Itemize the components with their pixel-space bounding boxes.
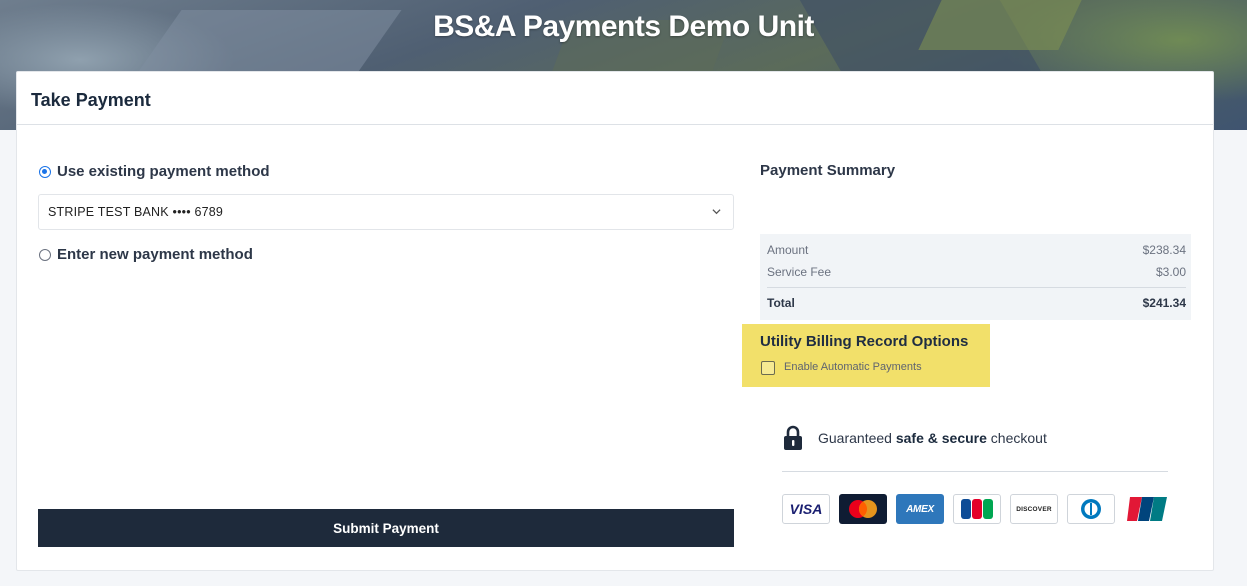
summary-row-amount: Amount $238.34 xyxy=(767,243,1186,257)
auto-payments-checkbox[interactable] xyxy=(761,361,775,375)
unionpay-icon xyxy=(1124,494,1172,524)
summary-row-fee: Service Fee $3.00 xyxy=(767,265,1186,279)
payment-method-select[interactable]: STRIPE TEST BANK •••• 6789 xyxy=(38,194,734,230)
new-method-radio[interactable] xyxy=(39,248,51,261)
new-method-label: Enter new payment method xyxy=(57,246,253,263)
existing-method-radio[interactable] xyxy=(39,165,51,178)
summary-value: $238.34 xyxy=(1142,243,1186,257)
secure-divider xyxy=(782,471,1168,472)
payment-summary-title: Payment Summary xyxy=(760,162,896,179)
chevron-down-icon xyxy=(712,209,721,215)
existing-method-label: Use existing payment method xyxy=(57,163,270,180)
new-method-radio-row[interactable]: Enter new payment method xyxy=(39,246,253,263)
page-title: BS&A Payments Demo Unit xyxy=(433,10,814,43)
card-title: Take Payment xyxy=(17,72,1213,125)
amex-icon: AMEX xyxy=(896,494,944,524)
utility-billing-title: Utility Billing Record Options xyxy=(760,333,969,350)
jcb-icon xyxy=(953,494,1001,524)
total-label: Total xyxy=(767,296,795,310)
secure-checkout-text: Guaranteed safe & secure checkout xyxy=(818,430,1047,446)
selected-payment-method: STRIPE TEST BANK •••• 6789 xyxy=(48,205,224,219)
summary-row-total: Total $241.34 xyxy=(767,296,1186,310)
lock-icon xyxy=(784,425,802,450)
summary-divider xyxy=(767,287,1186,288)
diners-icon xyxy=(1067,494,1115,524)
utility-billing-options: Utility Billing Record Options Enable Au… xyxy=(742,324,990,387)
mastercard-icon xyxy=(839,494,887,524)
existing-method-radio-row[interactable]: Use existing payment method xyxy=(39,163,270,180)
discover-icon: DISCOVER xyxy=(1010,494,1058,524)
payment-card: Take Payment Use existing payment method… xyxy=(16,71,1214,571)
summary-value: $3.00 xyxy=(1155,265,1186,279)
accepted-cards: VISA AMEX DISCOVER xyxy=(782,494,1172,524)
payment-summary: Amount $238.34 Service Fee $3.00 Total $… xyxy=(760,234,1191,320)
submit-payment-button[interactable]: Submit Payment xyxy=(38,509,734,547)
auto-payments-label[interactable]: Enable Automatic Payments xyxy=(784,361,922,373)
summary-label: Service Fee xyxy=(767,265,832,279)
visa-icon: VISA xyxy=(782,494,830,524)
summary-label: Amount xyxy=(767,243,809,257)
total-value: $241.34 xyxy=(1142,296,1186,310)
